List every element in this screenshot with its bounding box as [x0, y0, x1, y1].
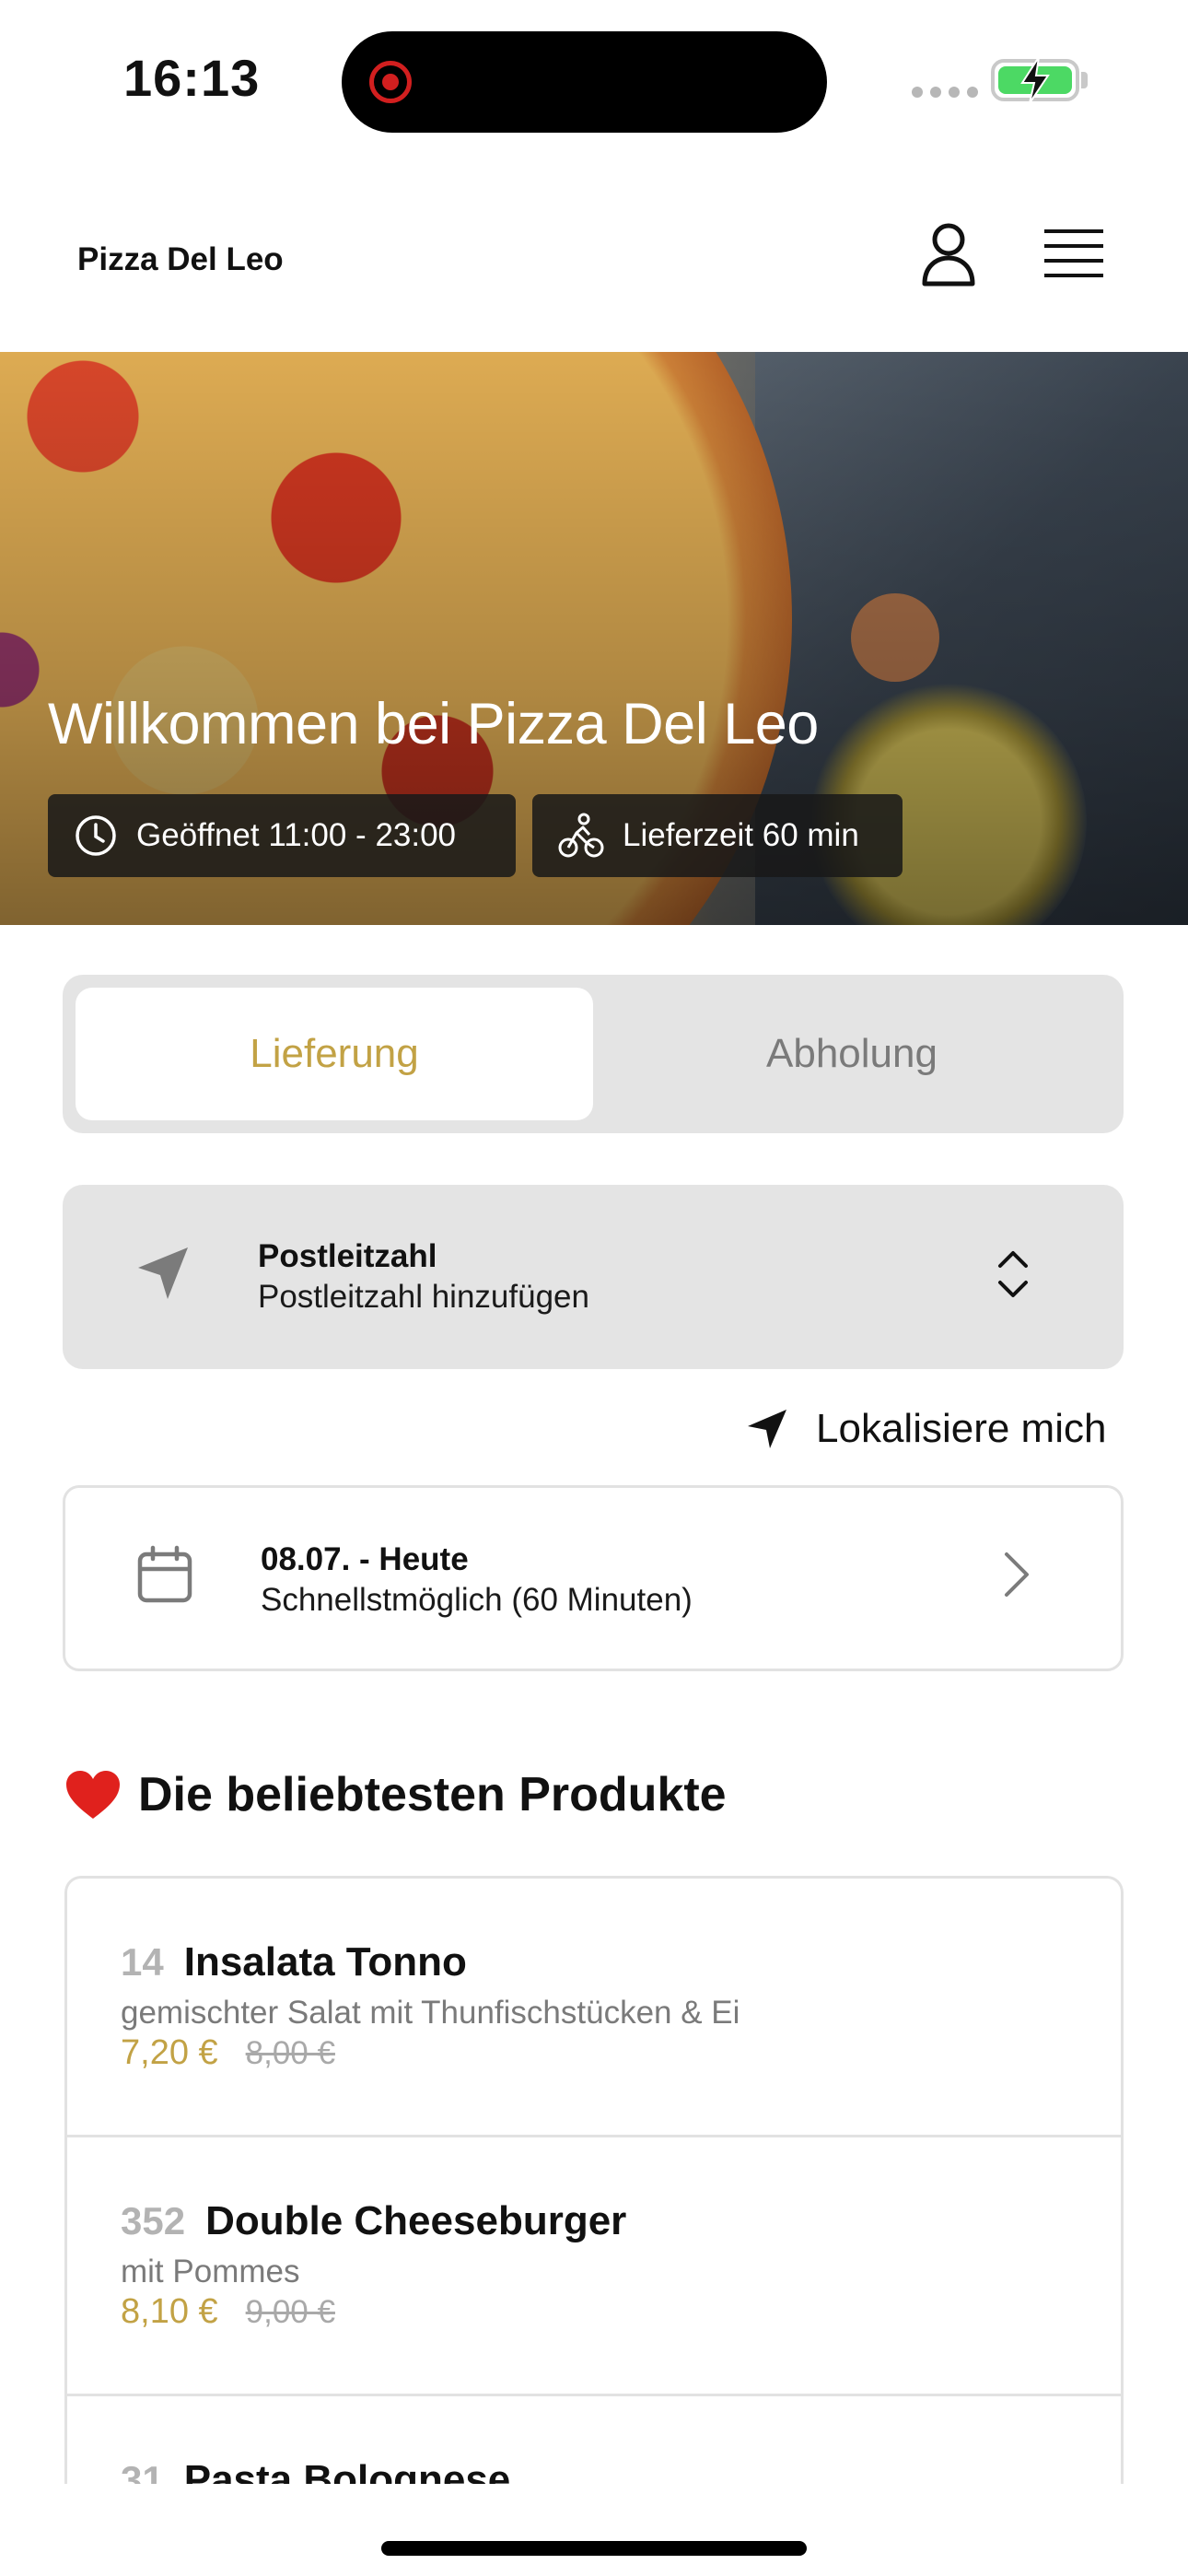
locate-me-label: Lokalisiere mich — [816, 1406, 1107, 1451]
product-name: Insalata Tonno — [183, 1939, 467, 1985]
location-arrow-icon — [138, 1247, 188, 1299]
app-header: Pizza Del Leo — [0, 157, 1188, 352]
product-name: Double Cheeseburger — [205, 2198, 627, 2243]
delivery-date-selector[interactable]: 08.07. - Heute Schnellstmöglich (60 Minu… — [63, 1485, 1124, 1671]
hamburger-menu-icon — [1044, 229, 1103, 277]
delivery-time-text: Lieferzeit 60 min — [623, 817, 859, 853]
product-item[interactable]: 14 Insalata Tonno gemischter Salat mit T… — [67, 1879, 1121, 2137]
product-item[interactable]: 31 Pasta Bolognese — [67, 2396, 1121, 2484]
delivery-time-badge: Lieferzeit 60 min — [532, 794, 903, 877]
charging-bolt-icon — [1020, 56, 1050, 104]
popular-products-heading: Die beliebtesten Produkte — [64, 1767, 727, 1822]
locate-me-button[interactable]: Lokalisiere mich — [746, 1400, 1106, 1458]
account-button[interactable] — [912, 217, 985, 291]
tab-pickup[interactable]: Abholung — [593, 988, 1111, 1120]
delivery-date-title: 08.07. - Heute — [261, 1541, 469, 1577]
product-name: Pasta Bolognese — [183, 2457, 511, 2484]
chevron-up-down-icon — [998, 1251, 1028, 1297]
clock-icon — [76, 815, 116, 856]
battery-cap — [1081, 72, 1088, 88]
dynamic-island — [342, 31, 827, 133]
home-indicator[interactable] — [381, 2541, 807, 2556]
product-number: 352 — [121, 2199, 186, 2242]
navigation-arrow-icon — [748, 1410, 786, 1448]
postal-code-label: Postleitzahl — [258, 1238, 437, 1274]
brand-name[interactable]: Pizza Del Leo — [77, 241, 284, 278]
product-old-price: 9,00 € — [245, 2294, 335, 2330]
menu-button[interactable] — [1037, 217, 1111, 291]
product-item[interactable]: 352 Double Cheeseburger mit Pommes 8,10 … — [67, 2137, 1121, 2396]
product-number: 14 — [121, 1940, 164, 1984]
postal-code-selector[interactable]: Postleitzahl Postleitzahl hinzufügen — [63, 1185, 1124, 1369]
hero-banner: Willkommen bei Pizza Del Leo Geöffnet 11… — [0, 352, 1188, 925]
status-time: 16:13 — [123, 49, 261, 107]
opening-hours-badge: Geöffnet 11:00 - 23:00 — [48, 794, 516, 877]
tab-delivery[interactable]: Lieferung — [76, 988, 593, 1120]
app-screen: 16:13 Pizza Del Leo Willkommen bei Pizza… — [0, 0, 1188, 2576]
product-description: gemischter Salat mit Thunfischstücken & … — [121, 1995, 740, 2031]
popular-products-title: Die beliebtesten Produkte — [138, 1768, 727, 1821]
hero-title: Willkommen bei Pizza Del Leo — [48, 692, 819, 756]
product-price: 7,20 € — [121, 2033, 218, 2072]
product-old-price: 8,00 € — [245, 2035, 335, 2071]
product-number: 31 — [121, 2458, 164, 2484]
order-mode-toggle: Lieferung Abholung — [63, 975, 1124, 1133]
popular-products-list: 14 Insalata Tonno gemischter Salat mit T… — [64, 1876, 1124, 2484]
calendar-icon — [137, 1545, 192, 1603]
product-price: 8,10 € — [121, 2292, 218, 2331]
bottom-safe-area — [0, 2484, 1188, 2576]
chevron-right-icon — [1005, 1552, 1029, 1597]
status-bar: 16:13 — [0, 0, 1188, 157]
signal-icon — [912, 87, 978, 98]
postal-code-placeholder: Postleitzahl hinzufügen — [258, 1279, 589, 1315]
user-icon — [922, 223, 975, 287]
product-description: mit Pommes — [121, 2254, 300, 2289]
bike-courier-icon — [558, 813, 604, 858]
recording-indicator-icon — [369, 61, 412, 103]
opening-hours-text: Geöffnet 11:00 - 23:00 — [136, 817, 457, 853]
heart-icon — [66, 1771, 120, 1819]
delivery-date-subtitle: Schnellstmöglich (60 Minuten) — [261, 1582, 693, 1618]
